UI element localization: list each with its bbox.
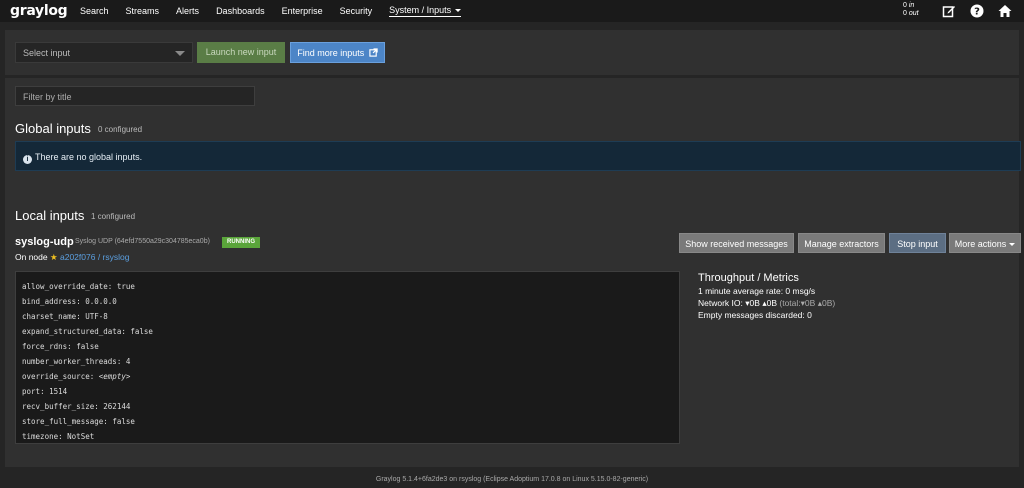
global-inputs-count: 0 configured (98, 125, 143, 134)
io-total-close: ) (832, 298, 836, 308)
no-global-inputs-alert: i There are no global inputs. (15, 141, 1021, 171)
metric-rate: 1 minute average rate: 0 msg/s (698, 286, 816, 296)
nav-search[interactable]: Search (80, 6, 109, 16)
input-config-block: allow_override_date: true bind_address: … (15, 271, 680, 444)
caret-down-icon (455, 9, 462, 13)
home-icon[interactable] (998, 4, 1012, 18)
edit-icon[interactable] (942, 4, 956, 18)
config-key: allow_override_date (22, 282, 108, 291)
nav-menu: Search Streams Alerts Dashboards Enterpr… (80, 0, 478, 22)
config-key: recv_buffer_size (22, 402, 95, 411)
config-key: bind_address (22, 297, 77, 306)
nav-enterprise[interactable]: Enterprise (282, 6, 323, 16)
select-input-dropdown[interactable]: Select input (15, 42, 193, 63)
config-key: timezone (22, 432, 59, 441)
config-row: port: 1514 (22, 387, 68, 396)
graylog-logo[interactable]: graylog (10, 3, 68, 19)
input-id: (64efd7550a29c304785eca0b) (114, 238, 210, 245)
config-value: NotSet (67, 432, 95, 441)
config-row: charset_name: UTF-8 (22, 312, 108, 321)
io-in-value: 0B (749, 298, 760, 308)
config-key: charset_name (22, 312, 77, 321)
config-row: force_rdns: false (22, 342, 99, 351)
no-global-inputs-message: There are no global inputs. (35, 152, 143, 162)
metrics-title: Throughput / Metrics (698, 272, 799, 284)
on-node-label: On node (15, 252, 48, 262)
config-key: store_full_message (22, 417, 104, 426)
nav-streams[interactable]: Streams (126, 6, 160, 16)
throughput-indicator[interactable]: 0 in 0 out (903, 2, 919, 18)
top-navbar: graylog Search Streams Alerts Dashboards… (0, 0, 1024, 22)
config-key: expand_structured_data (22, 327, 122, 336)
throughput-out-value: 0 (903, 10, 907, 17)
config-value: false (130, 327, 153, 336)
metric-network-io: Network IO: ▾0B ▴0B (total:▾0B ▴0B) (698, 298, 835, 309)
input-type: Syslog UDP (75, 238, 113, 245)
input-name: syslog-udp (15, 236, 74, 248)
throughput-in-value: 0 (903, 2, 907, 9)
config-row: expand_structured_data: false (22, 327, 153, 336)
svg-text:?: ? (974, 7, 980, 18)
help-icon[interactable]: ? (970, 4, 984, 18)
status-badge: RUNNING (222, 237, 260, 248)
config-value: <empty> (98, 372, 131, 381)
more-actions-button[interactable]: More actions (949, 233, 1021, 253)
global-inputs-heading: Global inputs (15, 121, 91, 136)
config-key: force_rdns (22, 342, 68, 351)
network-io-label: Network IO: (698, 298, 743, 308)
config-value: 262144 (103, 402, 131, 411)
throughput-in-unit: in (908, 2, 915, 9)
local-inputs-heading: Local inputs (15, 208, 85, 223)
on-node-line: On node ★ a202f076 / rsyslog (15, 252, 129, 263)
config-value: UTF-8 (85, 312, 108, 321)
info-icon: i (23, 155, 32, 164)
local-inputs-count: 1 configured (91, 212, 136, 221)
config-row: override_source: <empty> (22, 372, 131, 381)
more-actions-label: More actions (954, 239, 1007, 249)
config-row: recv_buffer_size: 262144 (22, 402, 131, 411)
nav-system-inputs[interactable]: System / Inputs (389, 5, 462, 17)
star-icon: ★ (50, 252, 58, 262)
config-key: number_worker_threads (22, 357, 117, 366)
config-row: bind_address: 0.0.0.0 (22, 297, 117, 306)
config-key: override_source (22, 372, 90, 381)
show-received-messages-button[interactable]: Show received messages (679, 233, 794, 253)
config-key: port (22, 387, 41, 396)
throughput-out-unit: out (908, 10, 919, 17)
config-row: number_worker_threads: 4 (22, 357, 131, 366)
find-more-inputs-button[interactable]: Find more inputs (290, 42, 385, 63)
launch-new-input-button[interactable]: Launch new input (197, 42, 285, 63)
select-input-placeholder: Select input (23, 48, 71, 58)
external-link-icon (369, 48, 378, 57)
config-value: true (116, 282, 135, 291)
manage-extractors-button[interactable]: Manage extractors (798, 233, 885, 253)
io-total-out-value: 0B (821, 298, 833, 308)
nav-system-inputs-label: System / Inputs (389, 5, 452, 15)
io-total-label: (total: (779, 298, 801, 308)
io-total-in-value: 0B (804, 298, 816, 308)
footer: Graylog 5.1.4+6fa2de3 on rsyslog (Eclips… (375, 476, 649, 483)
config-value: false (76, 342, 99, 351)
config-row: store_full_message: false (22, 417, 135, 426)
config-value: 4 (125, 357, 131, 366)
find-more-inputs-label: Find more inputs (297, 48, 365, 58)
config-row: allow_override_date: true (22, 282, 135, 291)
nav-dashboards[interactable]: Dashboards (216, 6, 265, 16)
config-value: false (112, 417, 135, 426)
filter-by-title-input[interactable]: Filter by title (15, 86, 255, 106)
nav-alerts[interactable]: Alerts (176, 6, 199, 16)
nav-security[interactable]: Security (340, 6, 373, 16)
node-link[interactable]: a202f076 / rsyslog (60, 252, 129, 262)
metric-empty-discarded: Empty messages discarded: 0 (698, 310, 812, 320)
input-meta: Syslog UDP (64efd7550a29c304785eca0b) (75, 238, 210, 245)
config-row: timezone: NotSet (22, 432, 95, 441)
config-value: 1514 (49, 387, 68, 396)
caret-down-icon (1009, 243, 1016, 247)
stop-input-button[interactable]: Stop input (889, 233, 946, 253)
config-value: 0.0.0.0 (85, 297, 117, 306)
chevron-down-icon (175, 51, 185, 56)
io-out-value: 0B (766, 298, 777, 308)
